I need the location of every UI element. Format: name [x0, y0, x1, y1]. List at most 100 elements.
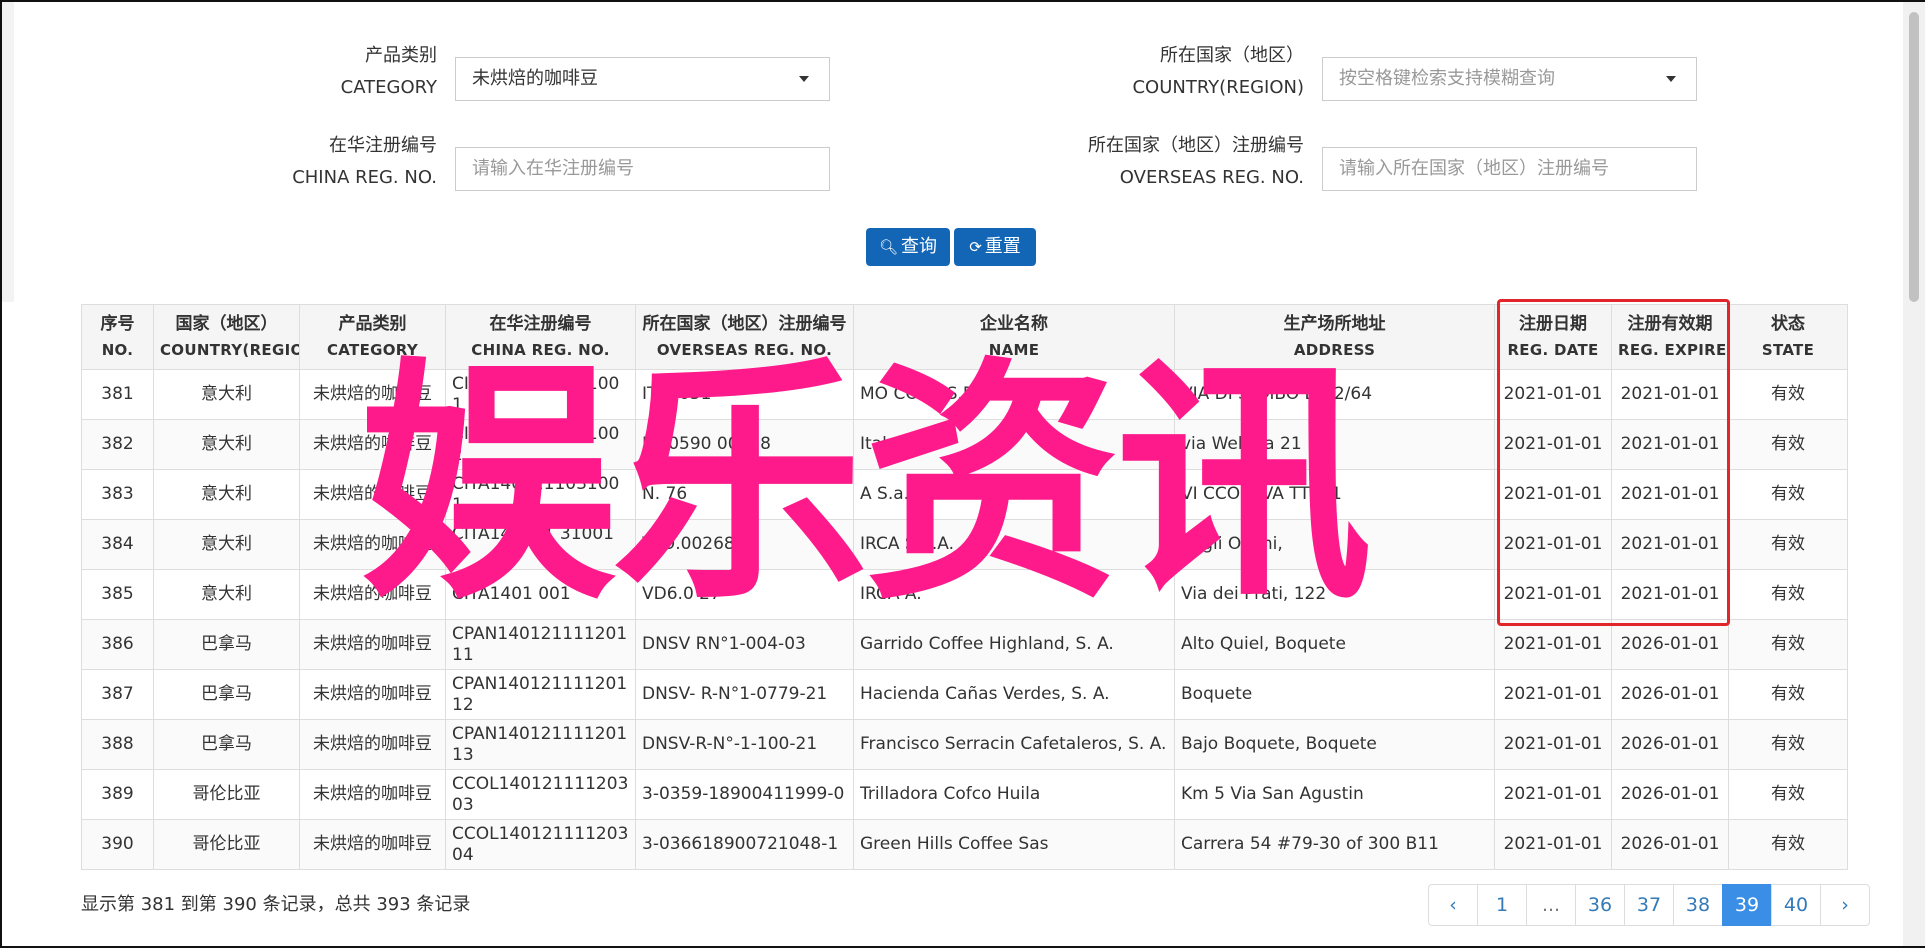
search-button-label: 查询 — [901, 236, 938, 257]
prev-page-button[interactable]: ‹ — [1428, 884, 1478, 926]
overseas-reg-label-cn: 所在国家（地区）注册编号 — [1088, 135, 1304, 156]
cell-no: 386 — [81, 619, 154, 670]
cell-category: 未烘焙的咖啡豆 — [299, 769, 446, 820]
cell-china-reg: CPAN140121111201 13 — [445, 719, 636, 770]
column-header-en: REG. EXPIRE ... — [1618, 341, 1728, 359]
category-select-value: 未烘焙的咖啡豆 — [472, 68, 598, 89]
column-header-cn: 序号 — [100, 314, 135, 334]
column-header[interactable]: 注册日期 REG. DATE — [1494, 304, 1612, 370]
reset-button-label: 重置 — [984, 236, 1021, 257]
page-button[interactable]: 36 — [1575, 884, 1625, 926]
cell-state: 有效 — [1728, 769, 1848, 820]
cell-category: 未烘焙的咖啡豆 — [299, 619, 446, 670]
cell-name: IRCA S.p.A. — [853, 519, 1175, 570]
table-row[interactable]: 385 意大利 未烘焙的咖啡豆 CITA1401 001 VD6.0 27 IRCA A.… — [81, 569, 1848, 620]
column-header[interactable]: 状态 STATE — [1728, 304, 1848, 370]
table-row[interactable]: 389 哥伦比亚 未烘焙的咖啡豆 CCOL140121111203 03 3-0359-… — [81, 769, 1848, 820]
cell-overseas-reg: 3-036618900721048-1 — [635, 819, 854, 870]
vertical-scrollbar[interactable] — [1903, 2, 1925, 946]
page-button[interactable]: 40 — [1771, 884, 1821, 926]
page-ellipsis[interactable]: ... — [1526, 884, 1576, 926]
column-header[interactable]: 所在国家（地区）注册编号 OVERSEAS REG. NO. — [635, 304, 854, 370]
pagination: ‹ 1... 36 37 38 39 40 › — [1428, 884, 1870, 926]
country-select[interactable]: 按空格键检索支持模糊查询 — [1322, 57, 1697, 101]
cell-name: Hacienda Cañas Verdes, S. A. — [853, 669, 1175, 720]
cell-overseas-reg: 3-0359-18900411999-0 — [635, 769, 854, 820]
cell-address: via Webbia 21 — [1174, 419, 1495, 470]
table-row[interactable]: 386 巴拿马 未烘焙的咖啡豆 CPAN140121111201 11 DNSV RN°… — [81, 619, 1848, 670]
cell-no: 390 — [81, 819, 154, 870]
cell-no: 382 — [81, 419, 154, 470]
column-header[interactable]: 国家（地区） COUNTRY(REGIO... — [153, 304, 300, 370]
table-header-row: 序号 NO. 国家（地区） COUNTRY(REGIO... 产品类别 CATEGORY 在… — [81, 304, 1848, 370]
table-body: 381 意大利 未烘焙的咖啡豆 CITA1401211031001 1 IT09051 M… — [81, 369, 1848, 870]
china-reg-input[interactable]: 请输入在华注册编号 — [455, 147, 830, 191]
page-button[interactable]: 1 — [1477, 884, 1527, 926]
country-label: 所在国家（地区） COUNTRY(REGION) — [1050, 40, 1304, 104]
country-label-en: COUNTRY(REGION) — [1132, 77, 1304, 98]
cell-overseas-reg: IT20590 00718 — [635, 419, 854, 470]
cell-reg-date: 2021-01-01 — [1494, 619, 1612, 670]
search-icon: 🔍︎ — [878, 238, 899, 256]
chevron-down-icon — [799, 76, 809, 82]
category-select[interactable]: 未烘焙的咖啡豆 — [455, 57, 830, 101]
page-button[interactable]: 38 — [1673, 884, 1723, 926]
cell-country: 意大利 — [153, 469, 300, 520]
table-row[interactable]: 383 意大利 未烘焙的咖啡豆 CITA1401211031001 N. 76 A S.a… — [81, 469, 1848, 520]
column-header[interactable]: 生产场所地址 ADDRESS — [1174, 304, 1495, 370]
cell-country: 巴拿马 — [153, 619, 300, 670]
overseas-reg-input[interactable]: 请输入所在国家（地区）注册编号 — [1322, 147, 1697, 191]
table-row[interactable]: 384 意大利 未烘焙的咖啡豆 CITA140121 31001 4 V69.00268… — [81, 519, 1848, 570]
cell-reg-date: 2021-01-01 — [1494, 569, 1612, 620]
refresh-icon: ⟳ — [969, 238, 982, 256]
cell-china-reg: CITA1401 001 — [445, 569, 636, 620]
cell-no: 385 — [81, 569, 154, 620]
cell-state: 有效 — [1728, 669, 1848, 720]
column-header-cn: 状态 — [1771, 314, 1805, 334]
next-page-button[interactable]: › — [1820, 884, 1870, 926]
cell-overseas-reg: V69.002687 — [635, 519, 854, 570]
column-header[interactable]: 企业名称 NAME — [853, 304, 1175, 370]
reset-button[interactable]: ⟳ 重置 — [954, 228, 1036, 266]
cell-expire: 2026-01-01 — [1611, 619, 1729, 670]
column-header-cn: 所在国家（地区）注册编号 — [642, 314, 847, 334]
table-row[interactable]: 388 巴拿马 未烘焙的咖啡豆 CPAN140121111201 13 DNSV-R-N… — [81, 719, 1848, 770]
cell-country: 意大利 — [153, 519, 300, 570]
column-header-cn: 产品类别 — [338, 314, 407, 334]
cell-state: 有效 — [1728, 719, 1848, 770]
overseas-reg-input-placeholder: 请输入所在国家（地区）注册编号 — [1339, 158, 1609, 179]
cell-name: Italvi’ srl — [853, 419, 1175, 470]
cell-expire: 2026-01-01 — [1611, 669, 1729, 720]
cell-name: A S.a.s. — [853, 469, 1175, 520]
cell-state: 有效 — [1728, 369, 1848, 420]
cell-reg-date: 2021-01-01 — [1494, 519, 1612, 570]
cell-country: 意大利 — [153, 419, 300, 470]
column-header[interactable]: 产品类别 CATEGORY — [299, 304, 446, 370]
search-button[interactable]: 🔍︎ 查询 — [866, 228, 950, 266]
cell-china-reg: CITA1401211031001 1 — [445, 369, 636, 420]
column-header[interactable]: 在华注册编号 CHINA REG. NO. — [445, 304, 636, 370]
cell-expire: 2021-01-01 — [1611, 419, 1729, 470]
cell-state: 有效 — [1728, 819, 1848, 870]
cell-no: 389 — [81, 769, 154, 820]
table-row[interactable]: 390 哥伦比亚 未烘焙的咖啡豆 CCOL140121111203 04 3-03661… — [81, 819, 1848, 870]
cell-category: 未烘焙的咖啡豆 — [299, 369, 446, 420]
table-row[interactable]: 382 意大利 未烘焙的咖啡豆 CITA1401211031002 IT20590 00… — [81, 419, 1848, 470]
cell-address: degli Orsini, — [1174, 519, 1495, 570]
table-row[interactable]: 381 意大利 未烘焙的咖啡豆 CITA1401211031001 1 IT09051 M… — [81, 369, 1848, 420]
cell-category: 未烘焙的咖啡豆 — [299, 419, 446, 470]
cell-overseas-reg: DNSV-R-N°-1-100-21 — [635, 719, 854, 770]
column-header-cn: 国家（地区） — [175, 314, 278, 334]
cell-name: IRCA A. — [853, 569, 1175, 620]
column-header[interactable]: 序号 NO. — [81, 304, 154, 370]
column-header[interactable]: 注册有效期 REG. EXPIRE ... — [1611, 304, 1729, 370]
page-button[interactable]: 37 — [1624, 884, 1674, 926]
cell-overseas-reg: DNSV- R-N°1-0779-21 — [635, 669, 854, 720]
cell-overseas-reg: VD6.0 27 — [635, 569, 854, 620]
category-label-en: CATEGORY — [340, 77, 437, 98]
page-button[interactable]: 39 — [1722, 884, 1772, 926]
scrollbar-thumb[interactable] — [1909, 12, 1919, 302]
cell-address: Km 5 Via San Agustin — [1174, 769, 1495, 820]
china-reg-label-en: CHINA REG. NO. — [292, 167, 437, 188]
table-row[interactable]: 387 巴拿马 未烘焙的咖啡豆 CPAN140121111201 12 DNSV- R-… — [81, 669, 1848, 720]
